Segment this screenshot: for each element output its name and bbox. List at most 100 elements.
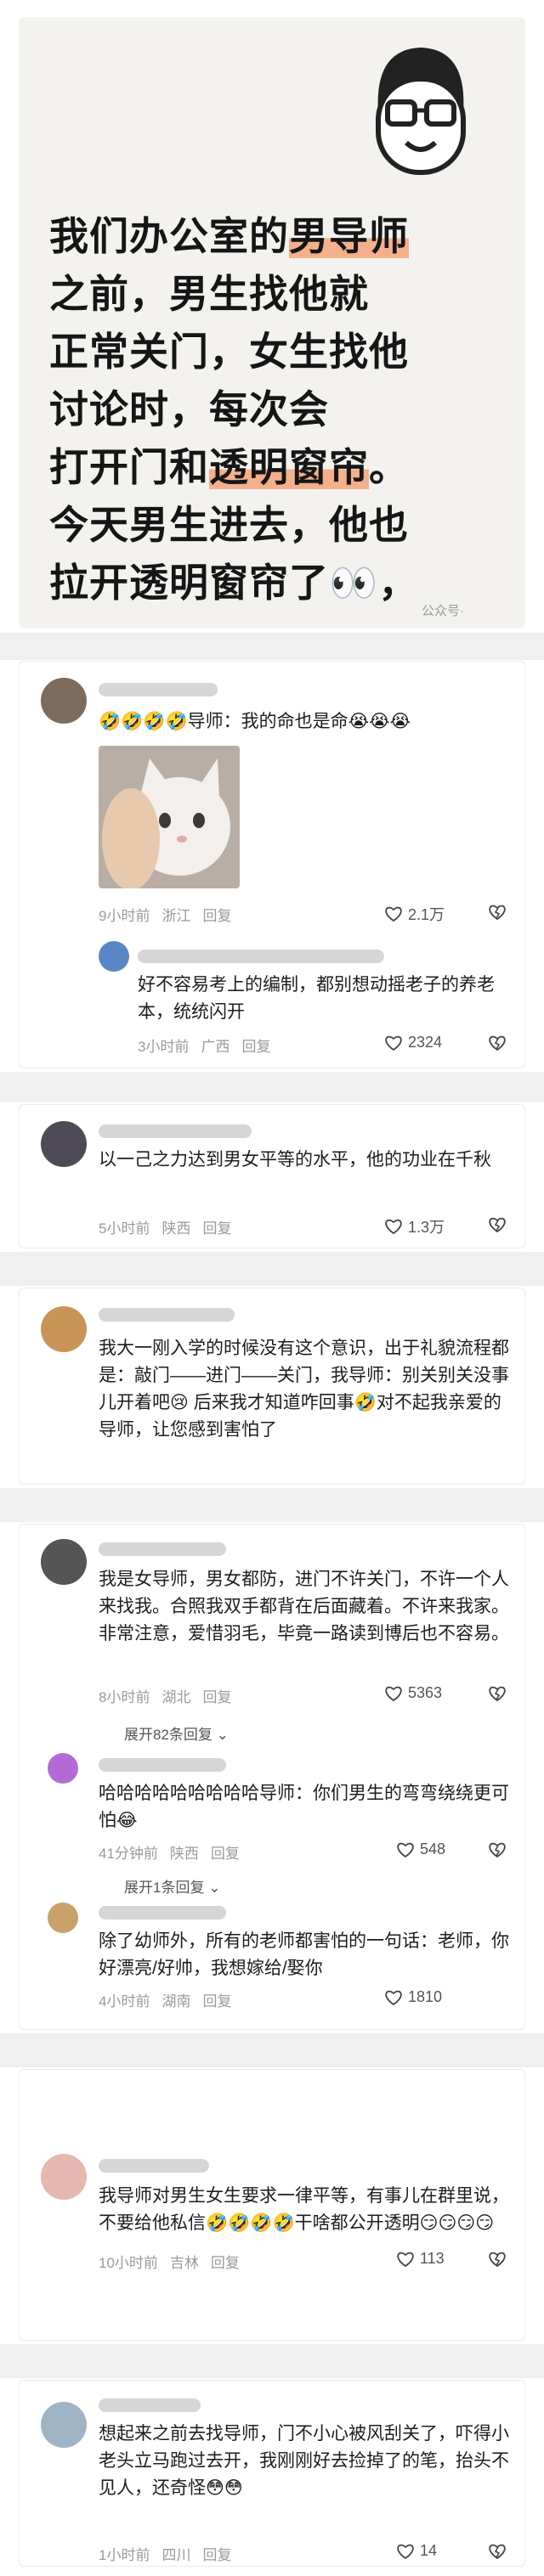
chevron-down-icon: ⌄	[216, 1727, 229, 1743]
heart-icon	[385, 1686, 402, 1701]
username-blurred[interactable]	[99, 1542, 226, 1556]
like-button[interactable]: 548	[396, 1840, 445, 1858]
username-blurred[interactable]	[99, 1906, 226, 1919]
avatar[interactable]	[41, 678, 87, 724]
username-blurred[interactable]	[99, 1758, 226, 1772]
divider	[0, 1252, 544, 1286]
comment-card-6: 想起来之前去找导师，门不小心被风刮关了，吓得小老头立马跑过去开，我刚刚好去捡掉了…	[19, 2380, 525, 2567]
avatar[interactable]	[48, 1753, 78, 1784]
avatar[interactable]	[41, 1121, 87, 1167]
hero-line-1: 我们办公室的男导师	[49, 214, 409, 258]
like-count: 548	[420, 1840, 446, 1857]
sub-comment-text: 除了幼师外，所有的老师都害怕的一句话：老师，你好漂亮/好帅，我想嫁给/娶你	[99, 1931, 509, 1978]
comment-text: 我大一刚入学的时候没有这个意识，出于礼貌流程都是：敲门——进门——关门，我导师：…	[99, 1339, 509, 1440]
divider	[0, 2344, 544, 2378]
comment-card-2: 以一己之力达到男女平等的水平，他的功业在千秋 5小时前 陕西 回复 1.3万	[19, 1104, 525, 1249]
hero-image: 我们办公室的男导师 之前，男生找他就 正常关门，女生找他 讨论时，每次会 打开门…	[19, 17, 525, 628]
expand-replies-button[interactable]: 展开1条回复 ⌄	[124, 1875, 220, 1897]
sub-comment-meta: 4小时前 湖南 回复	[99, 1993, 232, 2010]
like-button[interactable]: 1810	[384, 1988, 442, 2006]
heart-icon	[385, 1035, 402, 1051]
comment-text: 想起来之前去找导师，门不小心被风刮关了，吓得小老头立马跑过去开，我刚刚好去捡掉了…	[99, 2424, 509, 2498]
like-count: 1810	[408, 1988, 443, 2005]
sub-comment-meta: 3小时前 广西 回复	[138, 1039, 271, 1055]
like-count: 2324	[408, 1034, 443, 1051]
dislike-icon[interactable]	[488, 1841, 507, 1858]
comment-card-4: 我是女导师，男女都防，进门不许关门，不许一个人来找我。合照我双手都背在后面藏着。…	[19, 1524, 525, 2030]
comment-meta: 10小时前 吉林 回复	[99, 2255, 240, 2271]
reply-button[interactable]: 回复	[241, 1039, 270, 1055]
comment-meta: 1小时前 四川 回复	[99, 2547, 232, 2563]
avatar[interactable]	[41, 2402, 87, 2448]
dislike-icon[interactable]	[488, 1216, 507, 1233]
dislike-icon[interactable]	[488, 2251, 507, 2268]
comment-text: 🤣🤣🤣🤣导师：我的命也是命😭😭😭	[99, 712, 411, 731]
comment-card-5: 我导师对男生女生要求一律平等，有事儿在群里说，不要给他私信🤣🤣🤣🤣干啥都公开透明…	[19, 2069, 525, 2341]
hero-line-4: 讨论时，每次会	[49, 387, 329, 431]
heart-icon	[397, 2544, 414, 2559]
like-button[interactable]: 2324	[384, 1034, 442, 1051]
comment-card-3: 我大一刚入学的时候没有这个意识，出于礼貌流程都是：敲门——进门——关门，我导师：…	[19, 1288, 525, 1485]
chevron-down-icon: ⌄	[208, 1880, 221, 1896]
username-blurred[interactable]	[99, 2398, 201, 2412]
like-button[interactable]: 1.3万	[384, 1215, 445, 1237]
like-count: 113	[420, 2250, 445, 2267]
username-blurred[interactable]	[99, 2159, 209, 2173]
username-blurred[interactable]	[99, 1308, 235, 1322]
comment-meta: 9小时前 浙江 回复	[99, 908, 232, 924]
comment-text: 我导师对男生女生要求一律平等，有事儿在群里说，不要给他私信🤣🤣🤣🤣干啥都公开透明…	[99, 2186, 509, 2233]
reply-button[interactable]: 回复	[202, 1220, 231, 1237]
avatar[interactable]	[41, 2154, 87, 2200]
hero-line-6: 今天男生进去，他也	[49, 503, 409, 547]
sub-comment-text: 哈哈哈哈哈哈哈哈哈导师：你们男生的弯弯绕绕更可怕😂	[99, 1784, 509, 1830]
divider	[0, 1072, 544, 1102]
like-button[interactable]: 14	[396, 2542, 437, 2560]
username-blurred[interactable]	[138, 950, 384, 963]
expand-replies-button[interactable]: 展开82条回复 ⌄	[124, 1722, 229, 1744]
comment-text: 我是女导师，男女都防，进门不许关门，不许一个人来找我。合照我双手都背在后面藏着。…	[99, 1570, 509, 1643]
watermark: 公众号·	[422, 604, 464, 618]
heart-icon	[397, 2252, 414, 2267]
cat-image[interactable]	[99, 746, 240, 888]
reply-button[interactable]: 回复	[211, 1846, 240, 1862]
reply-button[interactable]: 回复	[202, 908, 231, 924]
comment-meta: 8小时前 湖北 回复	[99, 1689, 232, 1705]
sub-comment-text: 好不容易考上的编制，都别想动摇老子的养老本，统统闪开	[138, 975, 495, 1022]
heart-icon	[397, 1842, 414, 1857]
username-blurred[interactable]	[99, 683, 218, 696]
heart-icon	[385, 1990, 402, 2005]
sub-comment-meta: 41分钟前 陕西 回复	[99, 1846, 240, 1862]
glasses-face-icon	[376, 48, 466, 175]
like-count: 14	[420, 2542, 438, 2559]
like-count: 5363	[408, 1684, 443, 1701]
divider	[0, 2033, 544, 2067]
hero-line-3: 正常关门，女生找他	[49, 330, 409, 374]
reply-button[interactable]: 回复	[202, 2547, 231, 2563]
heart-icon	[385, 906, 402, 922]
comment-card-1: 🤣🤣🤣🤣导师：我的命也是命😭😭😭 9小时前 浙江 回复 2.1万 好不容易考上的编制…	[19, 661, 525, 1068]
username-blurred[interactable]	[99, 1125, 252, 1138]
divider	[0, 633, 544, 660]
like-button[interactable]: 5363	[384, 1684, 442, 1702]
comment-meta: 5小时前 陕西 回复	[99, 1220, 232, 1237]
dislike-icon[interactable]	[488, 904, 507, 921]
avatar[interactable]	[41, 1539, 87, 1585]
dislike-icon[interactable]	[488, 2543, 507, 2560]
like-count: 1.3万	[408, 1219, 445, 1236]
dislike-icon[interactable]	[488, 1685, 507, 1702]
like-button[interactable]: 113	[396, 2250, 445, 2268]
divider	[0, 1488, 544, 1522]
reply-button[interactable]: 回复	[202, 1689, 231, 1705]
avatar[interactable]	[41, 1306, 87, 1352]
like-count: 2.1万	[408, 906, 445, 923]
hero-line-5: 打开门和透明窗帘。	[49, 445, 409, 489]
like-button[interactable]: 2.1万	[384, 903, 445, 925]
comment-text: 以一己之力达到男女平等的水平，他的功业在千秋	[99, 1150, 491, 1170]
reply-button[interactable]: 回复	[202, 1993, 231, 2010]
hero-line-7: 拉开透明窗帘了👀，	[49, 561, 419, 605]
hero-line-2: 之前，男生找他就	[49, 272, 369, 316]
reply-button[interactable]: 回复	[211, 2255, 240, 2271]
avatar[interactable]	[99, 941, 129, 972]
dislike-icon[interactable]	[488, 1034, 507, 1051]
avatar[interactable]	[48, 1902, 78, 1933]
